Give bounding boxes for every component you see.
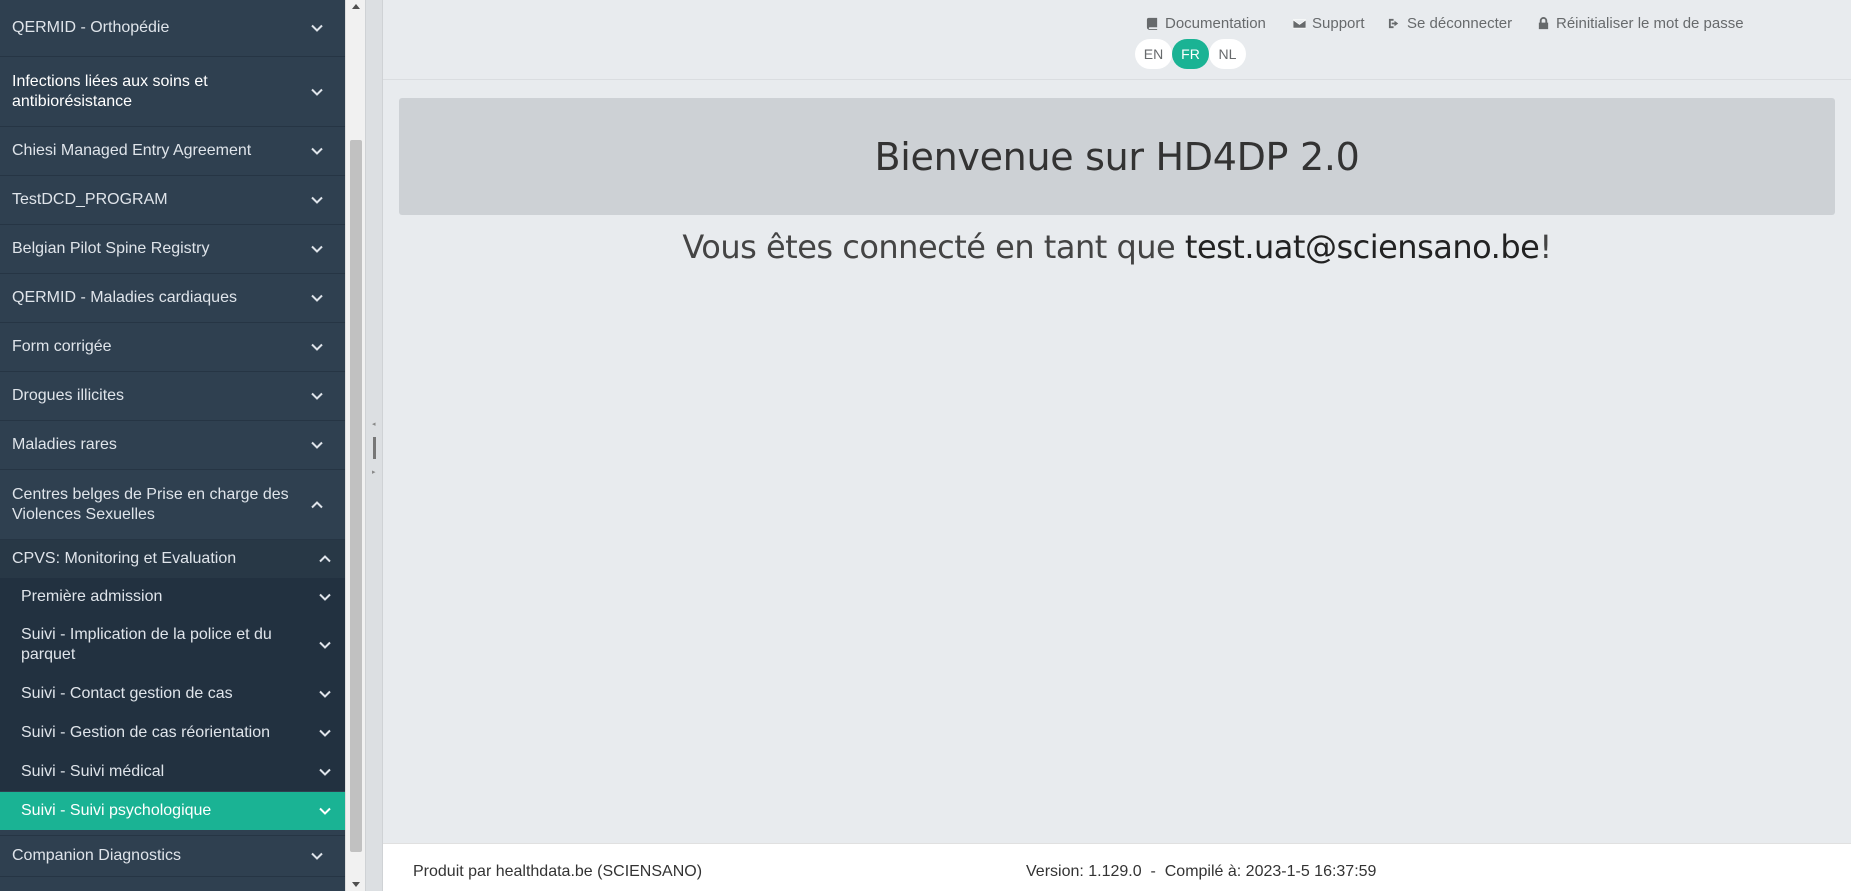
splitter-grip[interactable]	[373, 437, 376, 459]
sidebar-item-label: Suivi - Suivi psychologique	[21, 802, 212, 819]
sidebar-item-label: Suivi - Implication de la police et du p…	[21, 626, 272, 663]
lock-icon	[1538, 16, 1549, 29]
sidebar-item-testdcd[interactable]: TestDCD_PROGRAM	[0, 176, 345, 225]
book-icon	[1146, 17, 1158, 30]
sidebar-item-label: Companion Diagnostics	[12, 847, 181, 864]
chevron-down-icon	[309, 241, 325, 257]
chevron-down-icon	[309, 20, 325, 36]
sidebar-item-label: Suivi - Contact gestion de cas	[21, 684, 233, 702]
reset-password-label: Réinitialiser le mot de passe	[1556, 14, 1744, 32]
chevron-down-icon	[309, 84, 325, 100]
welcome-title: Bienvenue sur HD4DP 2.0	[874, 134, 1360, 179]
expand-right-icon[interactable]: ▸	[372, 468, 376, 476]
sidebar-item-cpvs[interactable]: Centres belges de Prise en charge des Vi…	[0, 470, 345, 540]
chevron-down-icon	[317, 589, 333, 605]
scroll-up-arrow-icon[interactable]	[351, 2, 361, 12]
sidebar-item-infections[interactable]: Infections liées aux soins et antibiorés…	[0, 57, 345, 127]
envelope-icon	[1293, 18, 1306, 29]
sidebar-subitem-suivi-medical[interactable]: Suivi - Suivi médical	[0, 752, 345, 791]
lang-nl-button[interactable]: NL	[1209, 39, 1246, 69]
footer-version: Version: 1.129.0 - Compilé à: 2023-1-5 1…	[1026, 863, 1377, 880]
sidebar-item-label: Belgian Pilot Spine Registry	[12, 240, 210, 257]
panel-splitter[interactable]: ◂ ▸	[365, 0, 383, 891]
chevron-down-icon	[309, 388, 325, 404]
documentation-link[interactable]: Documentation	[1146, 13, 1266, 33]
sidebar-item-label: QERMID - Maladies cardiaques	[12, 289, 237, 306]
top-navbar: Documentation Support Se déconnecter Réi…	[383, 0, 1851, 80]
sidebar-item-label: TestDCD_PROGRAM	[12, 191, 168, 208]
chevron-down-icon	[317, 803, 333, 819]
scroll-down-arrow-icon[interactable]	[351, 879, 361, 889]
sidebar-item-drogues[interactable]: Drogues illicites	[0, 372, 345, 421]
sidebar-item-form-corrigee[interactable]: Form corrigée	[0, 323, 345, 372]
chevron-up-icon	[317, 551, 333, 567]
sidebar-item-label: CPVS: Monitoring et Evaluation	[12, 550, 237, 567]
chevron-down-icon	[317, 686, 333, 702]
chevron-down-icon	[309, 290, 325, 306]
sign-out-icon	[1388, 18, 1399, 28]
chevron-down-icon	[309, 192, 325, 208]
footer-produced-by: Produit par healthdata.be (SCIENSANO)	[413, 863, 703, 880]
sidebar-subitem-suivi-police[interactable]: Suivi - Implication de la police et du p…	[0, 616, 345, 674]
chevron-down-icon	[309, 339, 325, 355]
sidebar-item-spine-registry[interactable]: Belgian Pilot Spine Registry	[0, 225, 345, 274]
connected-prefix: Vous êtes connecté en tant que	[682, 228, 1185, 266]
sidebar-item-label: Chiesi Managed Entry Agreement	[12, 142, 252, 159]
documentation-label: Documentation	[1165, 14, 1266, 32]
sidebar: QERMID - Orthopédie Infections liées aux…	[0, 0, 345, 891]
sidebar-item-label: Maladies rares	[12, 436, 117, 453]
sidebar-subitem-suivi-reorientation[interactable]: Suivi - Gestion de cas réorientation	[0, 713, 345, 752]
connected-suffix: !	[1539, 228, 1552, 266]
sidebar-item-qermid-orthopedie[interactable]: QERMID - Orthopédie	[0, 0, 345, 57]
chevron-up-icon	[309, 497, 325, 513]
chevron-down-icon	[317, 725, 333, 741]
collapse-left-icon[interactable]: ◂	[372, 420, 376, 428]
lang-en-button[interactable]: EN	[1135, 39, 1172, 69]
sidebar-item-label: Suivi - Suivi médical	[21, 762, 165, 780]
sidebar-item-label: QERMID - Orthopédie	[12, 19, 170, 36]
chevron-down-icon	[309, 437, 325, 453]
chevron-down-icon	[317, 637, 333, 653]
sidebar-subitem-suivi-contact[interactable]: Suivi - Contact gestion de cas	[0, 674, 345, 713]
sidebar-subitem-cpvs-monitoring[interactable]: CPVS: Monitoring et Evaluation	[0, 540, 345, 578]
language-switcher: EN FR NL	[1135, 39, 1246, 69]
main-content: Documentation Support Se déconnecter Réi…	[383, 0, 1851, 891]
logout-label: Se déconnecter	[1407, 14, 1513, 32]
welcome-banner: Bienvenue sur HD4DP 2.0	[399, 98, 1835, 215]
sidebar-item-label: Première admission	[21, 588, 163, 605]
sidebar-item-companion-diagnostics[interactable]: Companion Diagnostics	[0, 835, 345, 877]
sidebar-item-label: Infections liées aux soins et antibiorés…	[12, 72, 208, 110]
chevron-down-icon	[309, 143, 325, 159]
chevron-down-icon	[317, 764, 333, 780]
lang-fr-button[interactable]: FR	[1172, 39, 1209, 69]
sidebar-subitem-premiere-admission[interactable]: Première admission	[0, 578, 345, 616]
sidebar-item-label: Suivi - Gestion de cas réorientation	[21, 723, 271, 741]
user-email: test.uat@sciensano.be	[1184, 228, 1540, 266]
support-link[interactable]: Support	[1293, 13, 1365, 33]
sidebar-item-chiesi[interactable]: Chiesi Managed Entry Agreement	[0, 127, 345, 176]
sidebar-item-maladies-rares[interactable]: Maladies rares	[0, 421, 345, 470]
scrollbar-thumb[interactable]	[350, 140, 362, 852]
support-label: Support	[1312, 14, 1365, 32]
reset-password-link[interactable]: Réinitialiser le mot de passe	[1537, 13, 1744, 33]
logout-link[interactable]: Se déconnecter	[1388, 13, 1512, 33]
sidebar-item-label: Drogues illicites	[12, 387, 125, 404]
connected-message: Vous êtes connecté en tant que test.uat@…	[383, 228, 1851, 266]
sidebar-subitem-suivi-psychologique[interactable]: Suivi - Suivi psychologique	[0, 792, 345, 830]
footer: Produit par healthdata.be (SCIENSANO) Ve…	[383, 843, 1851, 891]
chevron-down-icon	[309, 848, 325, 864]
sidebar-scrollbar[interactable]	[345, 0, 365, 891]
sidebar-item-qermid-cardiaques[interactable]: QERMID - Maladies cardiaques	[0, 274, 345, 323]
sidebar-item-label: Form corrigée	[12, 338, 112, 355]
sidebar-item-label: Centres belges de Prise en charge des Vi…	[12, 485, 289, 523]
